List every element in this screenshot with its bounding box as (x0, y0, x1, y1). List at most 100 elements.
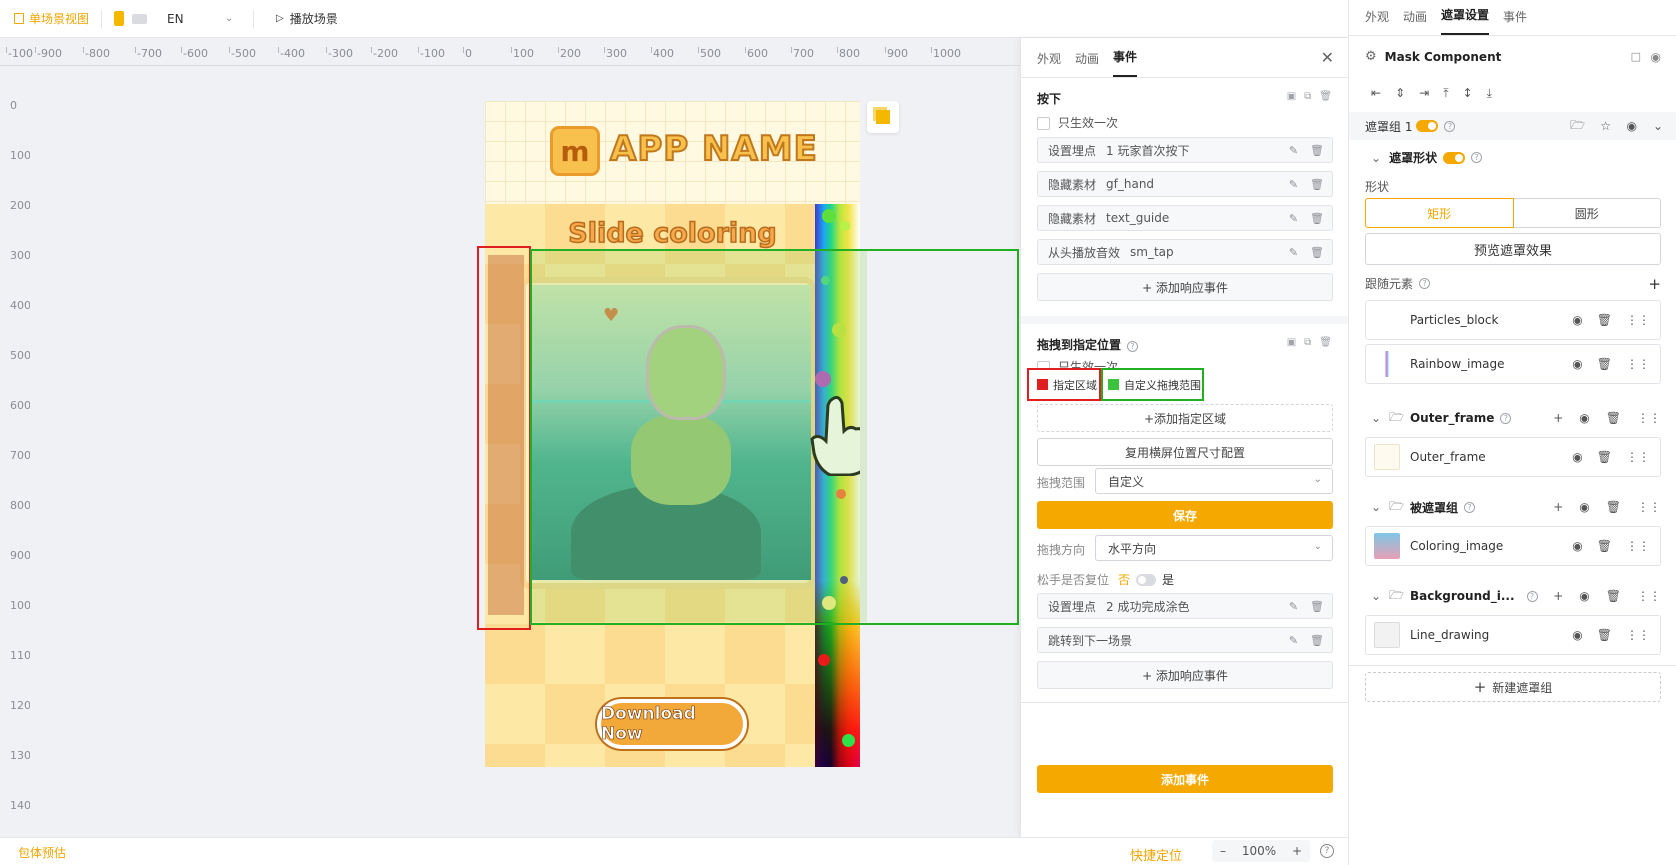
drag-handle-icon[interactable]: ⋮⋮ (1637, 500, 1661, 514)
tab-appearance[interactable]: 外观 (1037, 50, 1061, 77)
save-button[interactable]: 保存 (1037, 501, 1333, 529)
delete-icon[interactable]: 🗑 (1597, 628, 1612, 642)
mask-shape-toggle[interactable] (1443, 151, 1466, 164)
star-icon[interactable]: ☆ (1600, 119, 1611, 133)
help-icon[interactable]: ? (1471, 152, 1483, 163)
align-right-icon[interactable]: ⇥ (1419, 86, 1429, 101)
size-estimate-button[interactable]: 包体预估 (18, 844, 66, 861)
drag-range-select[interactable]: 自定义 ⌄ (1095, 468, 1333, 494)
download-now-button[interactable]: Download Now (597, 699, 747, 749)
drag-handle-icon[interactable]: ⋮⋮ (1626, 450, 1650, 464)
add-target-area-button[interactable]: +添加指定区域 (1037, 404, 1333, 432)
checkbox-box[interactable] (1037, 117, 1050, 130)
eye-icon[interactable]: ◉ (1579, 411, 1589, 425)
copy-icon[interactable]: ⧉ (1304, 91, 1311, 102)
language-select[interactable]: EN ⌄ (167, 12, 237, 26)
drag-action-row[interactable]: 设置埋点 2 成功完成涂色 ✎ 🗑 (1037, 593, 1333, 619)
press-action-row[interactable]: 设置埋点 1 玩家首次按下 ✎ 🗑 (1037, 137, 1333, 163)
mask-group-toggle[interactable] (1416, 120, 1439, 132)
delete-icon[interactable]: 🗑 (1310, 144, 1324, 157)
zoom-in-button[interactable]: + (1292, 844, 1302, 858)
delete-icon[interactable]: 🗑 (1310, 634, 1324, 647)
align-top-icon[interactable]: ⤒ (1443, 86, 1448, 101)
delete-icon[interactable]: 🗑 (1606, 589, 1621, 603)
eye-icon[interactable]: ◉ (1579, 500, 1589, 514)
eye-icon[interactable]: ◉ (1627, 119, 1637, 133)
tab-animation[interactable]: 动画 (1075, 50, 1099, 77)
drag-handle-icon[interactable]: ⋮⋮ (1626, 357, 1650, 371)
press-action-row[interactable]: 隐藏素材 text_guide ✎ 🗑 (1037, 205, 1333, 231)
delete-icon[interactable]: 🗑 (1310, 246, 1324, 259)
custom-drag-range-chip[interactable]: 自定义拖拽范围 (1101, 368, 1204, 401)
edit-icon[interactable]: ✎ (1289, 212, 1298, 225)
drag-add-response-button[interactable]: + 添加响应事件 (1037, 661, 1333, 689)
masked-group-header[interactable]: ⌄ 🗁 被遮罩组 ? + ◉ 🗑 ⋮⋮ (1371, 497, 1667, 517)
close-icon[interactable]: ✕ (1321, 48, 1334, 67)
lock-icon[interactable]: □ (1631, 50, 1641, 63)
delete-icon[interactable]: 🗑 (1597, 450, 1612, 464)
chevron-down-icon[interactable]: ⌄ (1371, 411, 1381, 425)
delete-icon[interactable]: 🗑 (1319, 337, 1332, 348)
help-icon[interactable]: ? (1444, 120, 1456, 132)
reset-on-release-toggle[interactable]: 否 是 (1118, 571, 1174, 588)
chevron-down-icon[interactable]: ⌄ (1371, 500, 1381, 514)
add-event-button[interactable]: 添加事件 (1037, 765, 1333, 793)
folder-icon[interactable]: 🗁 (1570, 116, 1585, 137)
drag-direction-select[interactable]: 水平方向 ⌄ (1095, 535, 1333, 561)
help-icon[interactable]: ? (1127, 341, 1139, 352)
reset-switch[interactable] (1136, 573, 1157, 586)
target-area-chip[interactable]: 指定区域 (1027, 368, 1101, 401)
chevron-down-icon[interactable]: ⌄ (1653, 119, 1663, 133)
chevron-down-icon[interactable]: ⌄ (1371, 151, 1381, 165)
eye-icon[interactable]: ◉ (1579, 589, 1589, 603)
help-icon[interactable]: ? (1500, 412, 1512, 424)
drag-handle-icon[interactable]: ⋮⋮ (1626, 539, 1650, 553)
eye-icon[interactable]: ◉ (1572, 357, 1582, 371)
preview-mask-button[interactable]: 预览遮罩效果 (1365, 233, 1661, 265)
press-action-row[interactable]: 从头播放音效 sm_tap ✎ 🗑 (1037, 239, 1333, 265)
background-group-header[interactable]: ⌄ 🗁 Background_i... ? + ◉ 🗑 ⋮⋮ (1371, 586, 1667, 606)
add-icon[interactable]: + (1648, 275, 1661, 293)
play-scene-button[interactable]: ▷ 播放场景 (276, 10, 338, 27)
press-action-row[interactable]: 隐藏素材 gf_hand ✎ 🗑 (1037, 171, 1333, 197)
delete-icon[interactable]: 🗑 (1310, 600, 1324, 613)
chevron-down-icon[interactable]: ⌄ (1371, 589, 1381, 603)
quick-locate-button[interactable]: 快捷定位 (1130, 845, 1182, 864)
align-middle-v-icon[interactable]: ↕ (1463, 86, 1473, 101)
delete-icon[interactable]: 🗑 (1597, 539, 1612, 553)
align-center-h-icon[interactable]: ⇕ (1395, 86, 1405, 101)
eye-icon[interactable]: ◉ (1651, 50, 1661, 64)
delete-icon[interactable]: 🗑 (1310, 212, 1324, 225)
delete-icon[interactable]: 🗑 (1310, 178, 1324, 191)
delete-icon[interactable]: 🗑 (1597, 357, 1612, 371)
disable-icon[interactable]: ▣ (1287, 91, 1296, 102)
drag-action-row[interactable]: 跳转到下一场景 ✎ 🗑 (1037, 627, 1333, 653)
outer-frame-item[interactable]: Outer_frame ◉ 🗑 ⋮⋮ (1365, 437, 1661, 477)
landscape-icon[interactable] (132, 13, 148, 24)
line-drawing-item[interactable]: Line_drawing ◉ 🗑 ⋮⋮ (1365, 615, 1661, 655)
add-icon[interactable]: + (1553, 500, 1563, 514)
drag-range-outline[interactable] (530, 249, 1019, 625)
align-left-icon[interactable]: ⇤ (1371, 86, 1381, 101)
copy-icon[interactable]: ⧉ (1304, 337, 1311, 348)
add-icon[interactable]: + (1553, 411, 1563, 425)
eye-icon[interactable]: ◉ (1572, 313, 1582, 327)
help-icon[interactable]: ? (1463, 501, 1475, 513)
orientation-toggle[interactable] (114, 11, 148, 26)
edit-icon[interactable]: ✎ (1289, 634, 1298, 647)
eye-icon[interactable]: ◉ (1572, 450, 1582, 464)
new-mask-group-button[interactable]: + 新建遮罩组 (1365, 672, 1661, 702)
help-icon[interactable]: ? (1320, 844, 1334, 858)
drag-handle-icon[interactable]: ⋮⋮ (1626, 628, 1650, 642)
shape-rect-option[interactable]: 矩形 (1365, 198, 1514, 228)
portrait-icon[interactable] (114, 11, 125, 26)
tab-events[interactable]: 事件 (1113, 48, 1138, 77)
edit-icon[interactable]: ✎ (1289, 144, 1298, 157)
delete-icon[interactable]: 🗑 (1319, 91, 1332, 102)
press-add-response-button[interactable]: + 添加响应事件 (1037, 273, 1333, 301)
outer-frame-group-header[interactable]: ⌄ 🗁 Outer_frame ? + ◉ 🗑 ⋮⋮ (1371, 408, 1667, 428)
drag-handle-icon[interactable]: ⋮⋮ (1626, 313, 1650, 327)
disable-icon[interactable]: ▣ (1287, 337, 1296, 348)
drag-handle-icon[interactable]: ⋮⋮ (1637, 589, 1661, 603)
edit-icon[interactable]: ✎ (1289, 600, 1298, 613)
